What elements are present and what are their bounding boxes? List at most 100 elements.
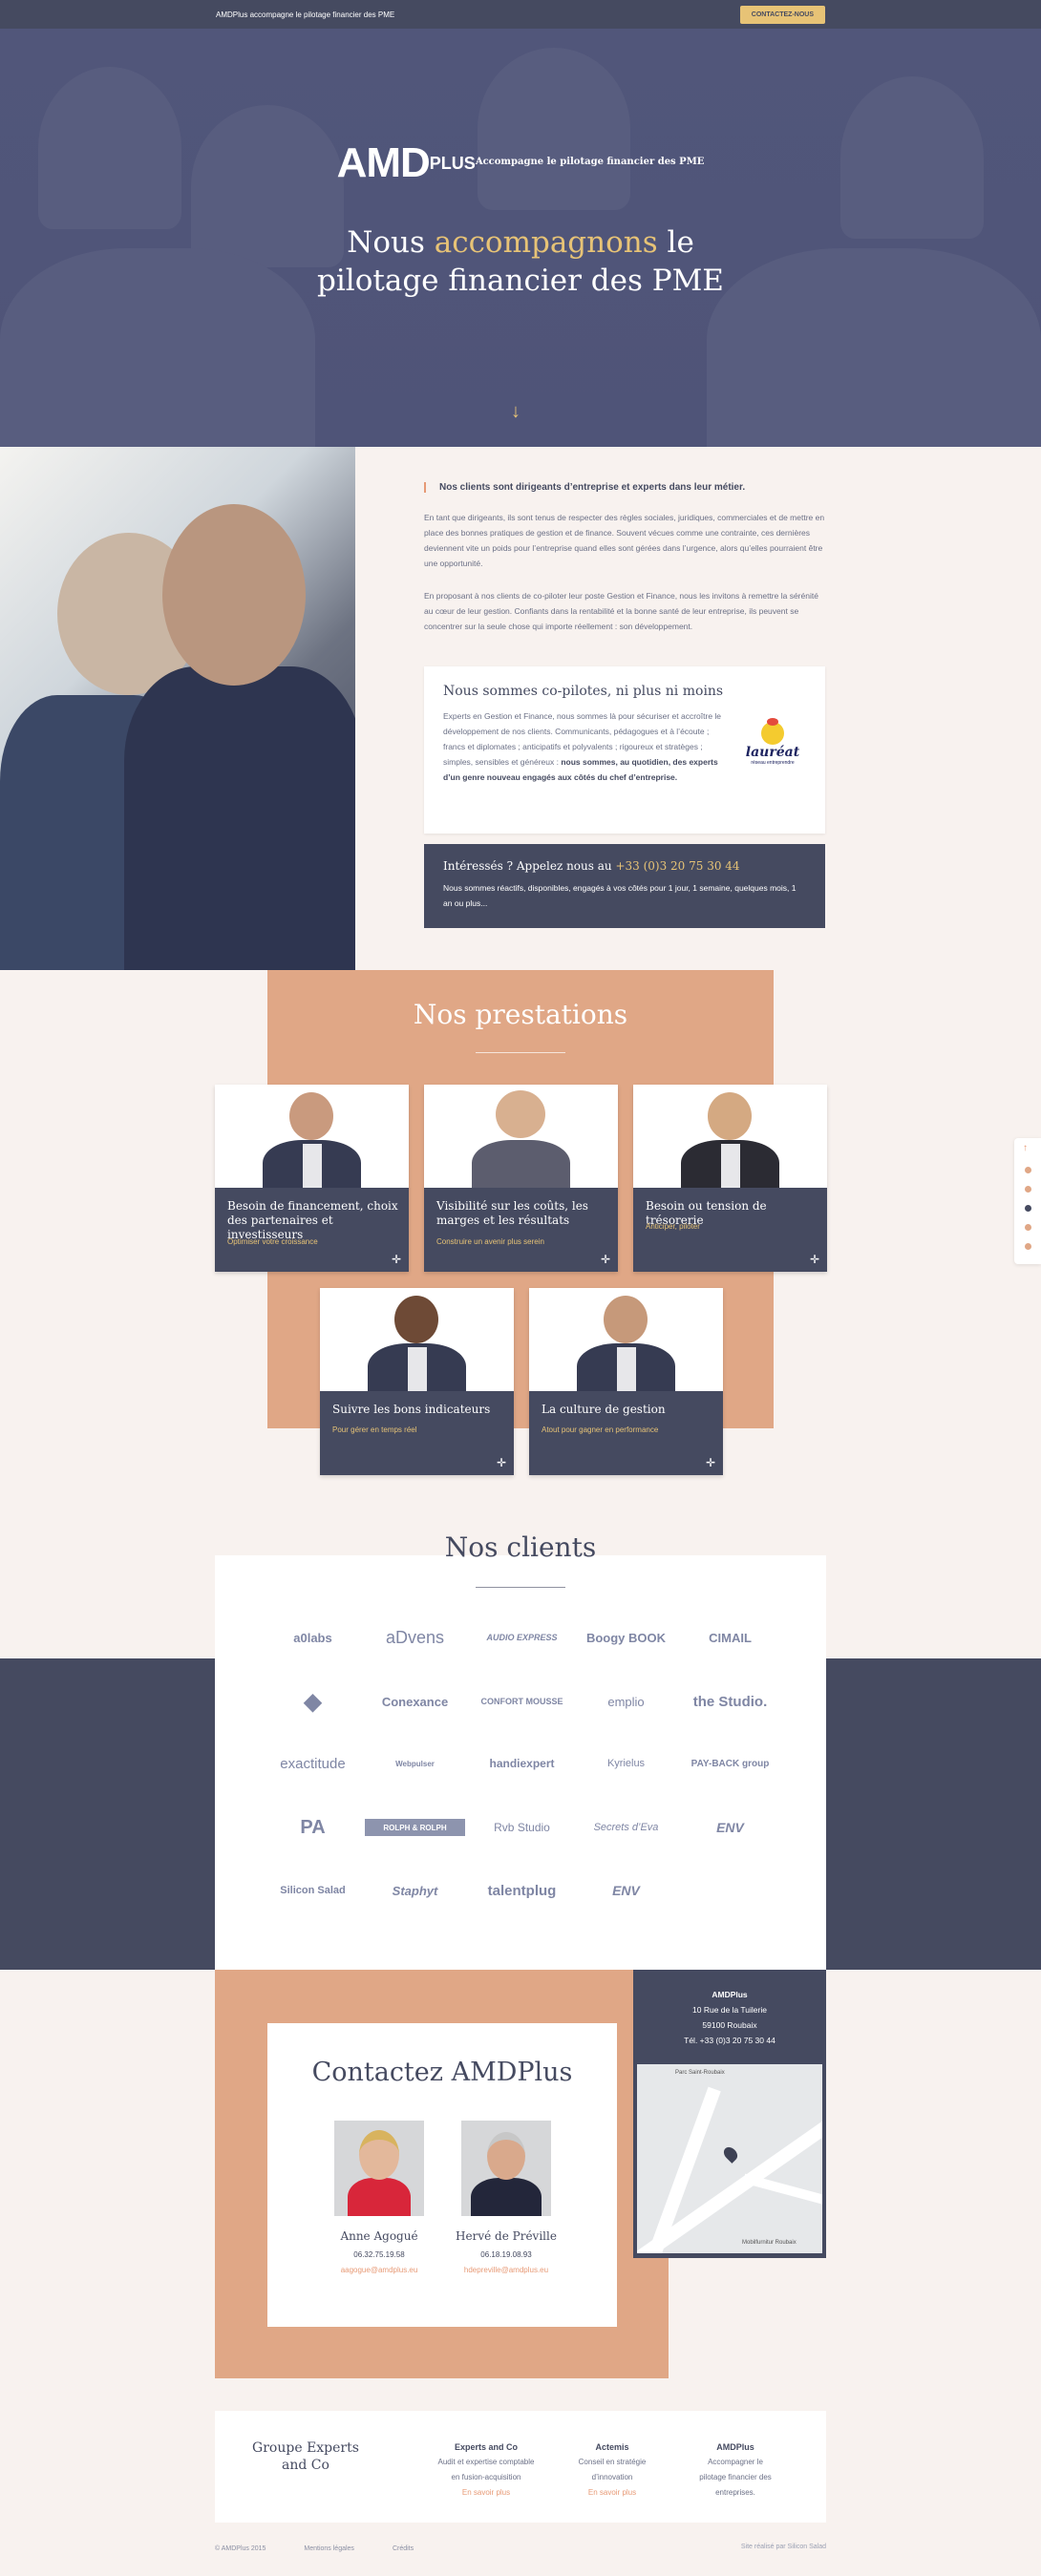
top-bar: AMDPlus accompagne le pilotage financier… (0, 0, 1041, 29)
section-nav-dot[interactable] (1025, 1186, 1031, 1193)
contact-phone[interactable]: 06.18.19.08.93 (439, 2250, 573, 2259)
photo-shape (604, 1296, 648, 1343)
client-logo: ENV (716, 1820, 744, 1835)
map-road (742, 2173, 822, 2213)
photo-shape (394, 1296, 438, 1343)
contact-email[interactable]: aagogue@amdplus.eu (312, 2266, 446, 2274)
photo-shape (471, 2178, 542, 2216)
address-phone: Tél. +33 (0)3 20 75 30 44 (684, 2036, 775, 2045)
service-card[interactable]: Visibilité sur les coûts, les marges et … (424, 1085, 618, 1272)
logo-subtitle: Accompagne le pilotage financier des PME (475, 156, 705, 167)
contact-name: Hervé de Préville (456, 2229, 557, 2243)
expand-icon[interactable]: ✛ (706, 1456, 715, 1469)
photo-shape (359, 2130, 399, 2180)
footer-col: Experts and Co Audit et expertise compta… (436, 2439, 536, 2501)
arrow-down-icon[interactable]: ↓ (511, 401, 520, 423)
map-pin-icon[interactable] (721, 2144, 740, 2164)
hero-logo: AMD PLUS Accompagne le pilotage financier… (0, 139, 1041, 186)
client-logo: AUDIO EXPRESS (486, 1633, 558, 1642)
contact-us-button[interactable]: CONTACTEZ-NOUS (739, 5, 825, 24)
footer-col-title: Actemis (595, 2442, 629, 2452)
contact-email[interactable]: hdepreville@amdplus.eu (439, 2266, 573, 2274)
hero-title-part: le (657, 225, 694, 260)
photo-shape (617, 1347, 636, 1391)
service-photo (633, 1085, 827, 1188)
service-title: Besoin de financement, choix des partena… (227, 1199, 398, 1241)
footer-group-name: Groupe Experts and Co (252, 2440, 359, 2473)
credits-link[interactable]: Crédits (393, 2545, 414, 2552)
photo-shape (472, 1140, 570, 1188)
copyright-text: © AMDPlus 2015 (215, 2545, 266, 2552)
client-logo: Rvb Studio (494, 1821, 550, 1834)
service-card[interactable]: Suivre les bons indicateurs Pour gérer e… (320, 1288, 514, 1475)
photo-shape (721, 1144, 740, 1188)
footer-col-link[interactable]: En savoir plus (576, 2485, 648, 2501)
legal-link[interactable]: Mentions légales (304, 2545, 354, 2552)
photo-shape (348, 2178, 411, 2216)
logo-plus-text: PLUS (429, 153, 476, 173)
expand-icon[interactable]: ✛ (497, 1456, 506, 1469)
photo-shape (289, 1092, 333, 1140)
logo-text: AMD (336, 139, 431, 186)
client-logo: ROLPH & ROLPH (365, 1819, 465, 1836)
client-logo: Silicon Salad (280, 1885, 346, 1896)
hero-title-highlight: accompagnons (434, 225, 658, 260)
section-nav-dot[interactable] (1025, 1205, 1031, 1212)
section-nav-dot[interactable] (1025, 1243, 1031, 1250)
service-title: La culture de gestion (542, 1403, 666, 1416)
client-logo: PA (300, 1816, 326, 1838)
client-logo: emplio (607, 1694, 645, 1709)
copilot-title: Nous sommes co-pilotes, ni plus ni moins (443, 684, 724, 699)
footer-col-title: Experts and Co (454, 2442, 518, 2452)
contact-title: Contactez AMDPlus (311, 2058, 573, 2087)
section-nav-dot[interactable] (1025, 1224, 1031, 1231)
footer-col-text: Conseil en stratégie d’innovation (578, 2458, 647, 2481)
made-by[interactable]: Site réalisé par Silicon Salad (741, 2544, 826, 2550)
top-tagline: AMDPlus accompagne le pilotage financier… (216, 10, 395, 19)
client-logo: CONFORT MOUSSE (480, 1697, 563, 1706)
service-card[interactable]: Besoin de financement, choix des partena… (215, 1085, 409, 1272)
photo-shape (162, 504, 306, 686)
service-photo (529, 1288, 723, 1391)
intro-paragraph: En tant que dirigeants, ils sont tenus d… (424, 513, 825, 568)
contact-phone[interactable]: 06.32.75.19.58 (312, 2250, 446, 2259)
client-logo: Kyrielus (606, 1758, 646, 1769)
copyright-bar: © AMDPlus 2015 Mentions légales Crédits (215, 2545, 826, 2552)
expand-icon[interactable]: ✛ (392, 1253, 401, 1266)
section-nav-dot[interactable] (1025, 1167, 1031, 1173)
call-title: Intéressés ? Appelez nous au +33 (0)3 20… (443, 859, 806, 873)
footer-col-link[interactable]: En savoir plus (436, 2485, 536, 2501)
service-subtitle: Anticiper, piloter (646, 1222, 700, 1231)
section-nav: ↑ (1014, 1138, 1041, 1264)
footer-box: Groupe Experts and Co Experts and Co Aud… (215, 2411, 826, 2523)
photo-shape (496, 1090, 545, 1138)
call-phone-link[interactable]: +33 (0)3 20 75 30 44 (615, 859, 739, 873)
service-photo (215, 1085, 409, 1188)
photo-shape (303, 1144, 322, 1188)
contact-card: Contactez AMDPlus Anne Agogué 06.32.75.1… (267, 2023, 617, 2327)
service-title: Visibilité sur les coûts, les marges et … (436, 1199, 588, 1227)
map[interactable]: Parc Saint-Roubaix Mobilfurnitur Roubaix (637, 2064, 822, 2253)
intro-text: Nos clients sont dirigeants d’entreprise… (424, 482, 825, 634)
intro-paragraph: En proposant à nos clients de co-piloter… (424, 591, 818, 631)
scroll-top-icon[interactable]: ↑ (1023, 1143, 1028, 1153)
client-logo: Boogy BOOK (585, 1630, 667, 1645)
laureat-subtitle: réseau entreprendre (751, 760, 795, 766)
copilot-box: Nous sommes co-pilotes, ni plus ni moins… (424, 666, 825, 834)
intro-lead: Nos clients sont dirigeants d’entreprise… (424, 482, 825, 493)
intro-photo (0, 447, 355, 970)
client-logo: ◆ (304, 1688, 322, 1715)
expand-icon[interactable]: ✛ (810, 1253, 819, 1266)
laureat-icon (761, 718, 784, 745)
footer-col-text: Accompagner le pilotage financier des en… (699, 2458, 772, 2497)
service-subtitle: Pour gérer en temps réel (332, 1425, 417, 1434)
expand-icon[interactable]: ✛ (601, 1253, 610, 1266)
photo-shape (708, 1092, 752, 1140)
photo-shape (487, 2132, 525, 2180)
client-logo: Staphyt (392, 1883, 438, 1898)
service-card[interactable]: La culture de gestion Atout pour gagner … (529, 1288, 723, 1475)
service-subtitle: Optimiser votre croissance (227, 1237, 318, 1246)
service-card[interactable]: Besoin ou tension de trésorerie Anticipe… (633, 1085, 827, 1272)
service-photo (320, 1288, 514, 1391)
hero-title-part: Nous (347, 225, 435, 260)
